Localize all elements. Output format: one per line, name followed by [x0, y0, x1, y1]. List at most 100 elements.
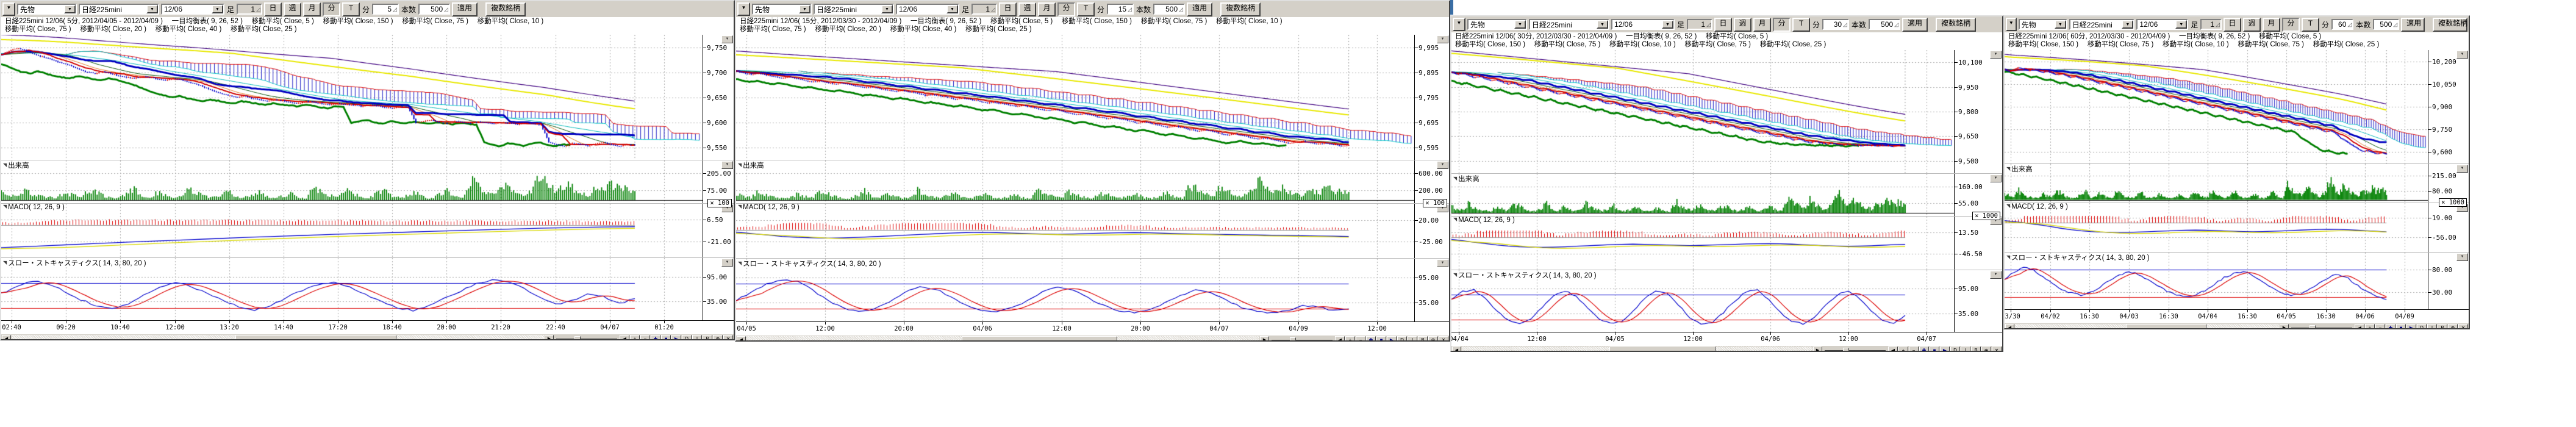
- ashi-stepper[interactable]: 1 ◿: [237, 4, 262, 15]
- chart-nav-button[interactable]: −: [640, 335, 650, 340]
- ashi-stepper[interactable]: 1 ◿: [2200, 19, 2222, 30]
- chevron-down-icon[interactable]: ▼: [2122, 20, 2133, 29]
- scroll-right-button[interactable]: ▶: [1813, 346, 1822, 352]
- chevron-down-icon[interactable]: ▼: [2055, 20, 2066, 29]
- multi-symbol-button[interactable]: 複数銘柄: [1936, 18, 1976, 32]
- apply-button[interactable]: 適用: [2401, 18, 2425, 32]
- scroll-right-button[interactable]: ▶: [1260, 336, 1269, 342]
- price-chart-canvas[interactable]: [2005, 50, 2428, 163]
- section-collapse-button[interactable]: ▼: [721, 35, 733, 43]
- multi-symbol-button[interactable]: 複数銘柄: [2433, 18, 2467, 32]
- chart-nav-button[interactable]: −: [1356, 336, 1365, 342]
- section-collapse-button[interactable]: ▼: [1990, 174, 2002, 182]
- macd-plot[interactable]: ◥MACD( 12, 26, 9 ): [1451, 217, 1955, 270]
- volume-plot[interactable]: ◥出来高: [736, 160, 1415, 203]
- chart-nav-button[interactable]: ■: [2396, 324, 2406, 329]
- period-minute-button[interactable]: 分: [323, 2, 340, 16]
- scroll-left-button[interactable]: ◀: [1452, 346, 1461, 352]
- bar-width-slider[interactable]: [2291, 324, 2352, 329]
- period-tick-button[interactable]: T: [1792, 18, 1810, 32]
- macd-chart-canvas[interactable]: [736, 204, 1414, 258]
- period-weekly-button[interactable]: 週: [2243, 18, 2261, 32]
- spinner-icon[interactable]: ◿: [2393, 21, 2398, 28]
- scrollbar-track[interactable]: [1462, 346, 1812, 352]
- chart-nav-button[interactable]: ■: [1930, 346, 1939, 352]
- multi-symbol-button[interactable]: 複数銘柄: [1220, 2, 1261, 16]
- price-chart-canvas[interactable]: [1, 35, 703, 160]
- category-dropdown[interactable]: 先物 ▼: [2019, 19, 2067, 30]
- window-menu-button[interactable]: ▼: [1453, 18, 1465, 31]
- macd-chart-canvas[interactable]: [1451, 217, 1954, 270]
- chart-nav-button[interactable]: ◀: [620, 335, 629, 340]
- volume-chart-canvas[interactable]: [2005, 164, 2428, 203]
- scrollbar-thumb[interactable]: [235, 335, 396, 340]
- section-collapse-button[interactable]: ▼: [1990, 51, 2002, 59]
- chart-nav-button[interactable]: +: [1345, 336, 1355, 342]
- scrollbar-thumb[interactable]: [2126, 324, 2206, 329]
- period-monthly-button[interactable]: 月: [1753, 18, 1771, 32]
- ashi-stepper[interactable]: 1 ◿: [971, 4, 997, 15]
- chart-nav-button[interactable]: B: [2438, 324, 2447, 329]
- bar-count-stepper[interactable]: 500 ◿: [418, 4, 450, 15]
- category-dropdown[interactable]: 先物 ▼: [1467, 19, 1527, 30]
- chevron-down-icon[interactable]: ▼: [1514, 20, 1526, 29]
- scroll-right-button[interactable]: ▶: [545, 335, 554, 340]
- chart-nav-button[interactable]: I: [1961, 346, 1970, 352]
- chart-nav-button[interactable]: ⊕: [1428, 336, 1438, 342]
- period-daily-button[interactable]: 日: [264, 2, 282, 16]
- chart-nav-button[interactable]: ✚: [651, 335, 660, 340]
- scroll-left-button[interactable]: ◀: [2005, 324, 2014, 329]
- scroll-left-button[interactable]: ◀: [737, 336, 746, 342]
- stochastics-plot[interactable]: ◥スロー・ストキャスティクス( 14, 3, 80, 20 ): [1451, 270, 1955, 332]
- price-plot[interactable]: [2005, 50, 2428, 163]
- volume-plot[interactable]: ◥出来高: [1451, 174, 1955, 216]
- price-plot[interactable]: [1, 35, 703, 160]
- apply-button[interactable]: 適用: [1902, 18, 1928, 32]
- spinner-icon[interactable]: ◿: [1706, 21, 1711, 28]
- slider-handle[interactable]: [1843, 348, 1849, 352]
- section-collapse-button[interactable]: ▼: [2456, 165, 2468, 173]
- window-menu-button[interactable]: ▼: [2, 2, 15, 16]
- chart-nav-button[interactable]: −: [2375, 324, 2385, 329]
- macd-plot[interactable]: ◥MACD( 12, 26, 9 ): [2005, 203, 2428, 252]
- contract-dropdown[interactable]: 12/06 ▼: [2136, 19, 2188, 30]
- chart-nav-button[interactable]: ✚: [2386, 324, 2395, 329]
- chevron-down-icon[interactable]: ▼: [2175, 20, 2187, 29]
- chart-nav-button[interactable]: B: [703, 335, 712, 340]
- section-collapse-button[interactable]: ▼: [721, 259, 733, 267]
- chart-nav-button[interactable]: D: [1950, 346, 1960, 352]
- spinner-icon[interactable]: ◿: [991, 6, 996, 13]
- contract-dropdown[interactable]: 12/06 ▼: [1611, 19, 1675, 30]
- bar-width-slider[interactable]: [556, 335, 617, 340]
- chart-nav-button[interactable]: ✕: [1992, 346, 2002, 352]
- symbol-dropdown[interactable]: 日経225mini ▼: [79, 4, 159, 15]
- period-weekly-button[interactable]: 週: [284, 2, 301, 16]
- bar-count-stepper[interactable]: 500 ◿: [2373, 19, 2399, 30]
- chart-nav-button[interactable]: +: [2365, 324, 2375, 329]
- period-daily-button[interactable]: 日: [1714, 18, 1732, 32]
- chart-nav-button[interactable]: I: [2427, 324, 2437, 329]
- chevron-down-icon[interactable]: ▼: [64, 5, 76, 13]
- period-weekly-button[interactable]: 週: [1018, 2, 1036, 16]
- symbol-dropdown[interactable]: 日経225mini ▼: [1529, 19, 1609, 30]
- chart-nav-button[interactable]: D: [682, 335, 692, 340]
- bar-count-stepper[interactable]: 500 ◿: [1153, 4, 1185, 15]
- slider-handle[interactable]: [1290, 337, 1296, 342]
- chart-nav-button[interactable]: −: [1909, 346, 1919, 352]
- scroll-left-button[interactable]: ◀: [2, 335, 11, 340]
- stochastics-plot[interactable]: ◥スロー・ストキャスティクス( 14, 3, 80, 20 ): [736, 259, 1415, 321]
- contract-dropdown[interactable]: 12/06 ▼: [896, 4, 959, 15]
- apply-button[interactable]: 適用: [1187, 2, 1212, 16]
- spinner-icon[interactable]: ◿: [1894, 21, 1899, 28]
- spinner-icon[interactable]: ◿: [1179, 6, 1184, 13]
- spinner-icon[interactable]: ◿: [2216, 21, 2220, 28]
- symbol-dropdown[interactable]: 日経225mini ▼: [814, 4, 894, 15]
- spinner-icon[interactable]: ◿: [2347, 21, 2352, 28]
- chart-nav-button[interactable]: +: [630, 335, 640, 340]
- chart-nav-button[interactable]: ✕: [723, 335, 733, 340]
- volume-chart-canvas[interactable]: [1, 160, 703, 203]
- spinner-icon[interactable]: ◿: [1128, 6, 1132, 13]
- window-menu-button[interactable]: ▼: [2006, 18, 2017, 31]
- period-minute-button[interactable]: 分: [2282, 18, 2300, 32]
- spinner-icon[interactable]: ◿: [256, 6, 261, 13]
